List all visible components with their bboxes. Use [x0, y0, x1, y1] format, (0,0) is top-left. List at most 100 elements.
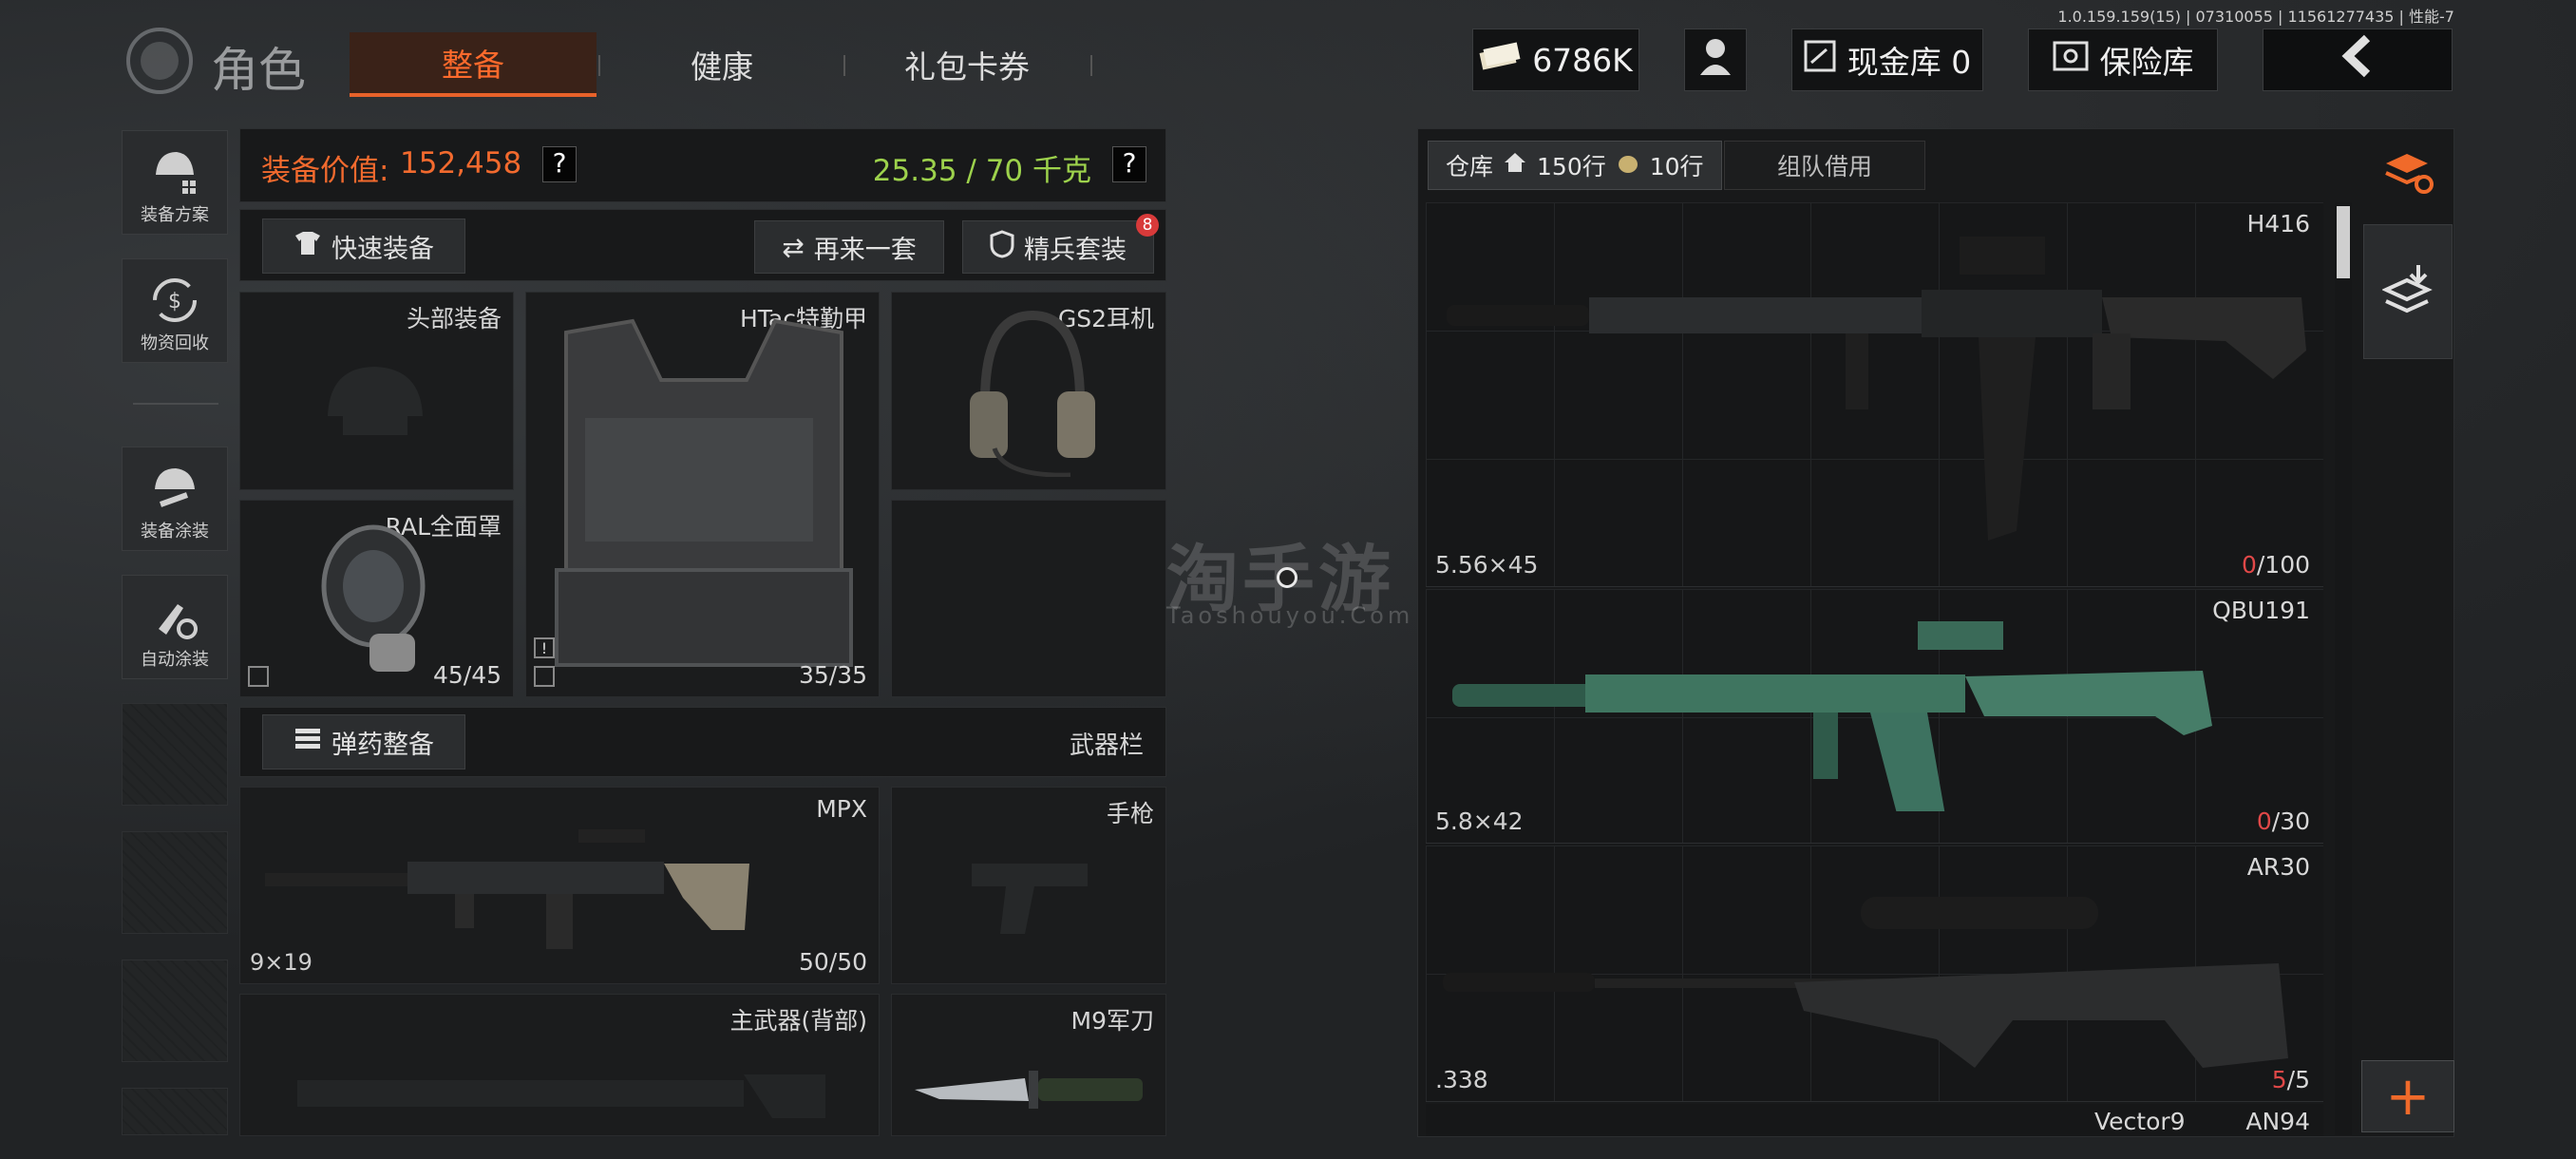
ammo-refill-button[interactable]: 弹药整备: [262, 714, 465, 770]
add-button[interactable]: +: [2361, 1060, 2454, 1132]
recycle-icon: $: [149, 275, 200, 330]
sidebar-item-paint[interactable]: 装备涂装: [122, 446, 228, 551]
partial-item-name: AN94: [2245, 1108, 2310, 1135]
head-slot[interactable]: 头部装备: [239, 292, 514, 490]
cash-vault-label: 现金库 0: [1847, 44, 1972, 81]
warehouse-item-caliber: .338: [1435, 1066, 1488, 1093]
safe-button[interactable]: 保险库: [2028, 28, 2218, 91]
tab-team-borrow[interactable]: 组队借用: [1724, 141, 1925, 190]
layers-download-icon: [2381, 261, 2434, 322]
empty-sidebar-slot: [122, 1088, 228, 1135]
equip-value-label: 装备价值:: [261, 154, 389, 188]
weapon-bar-label: 武器栏: [1069, 732, 1144, 760]
primary-weapon-caliber: 9×19: [250, 949, 313, 976]
sidebar-item-label: 装备涂装: [141, 522, 209, 542]
warehouse-item[interactable]: QBU191 5.8×42 0/30: [1426, 589, 2323, 844]
warehouse-item[interactable]: AR30 .338 5/5: [1426, 846, 2323, 1102]
profile-button[interactable]: [1684, 28, 1747, 91]
tab-divider: [1090, 55, 1092, 76]
money-bag-icon: [1616, 151, 1640, 180]
armor-slot[interactable]: HTac特勤甲 ! 35/35: [525, 292, 880, 697]
box-icon: [534, 666, 555, 687]
watermark-en: Taoshouyou.Com: [1166, 602, 1414, 629]
stack-import-button[interactable]: [2363, 224, 2453, 359]
knife-slot-label: M9军刀: [1070, 1007, 1154, 1035]
empty-sidebar-slot: [122, 960, 228, 1062]
gas-mask-icon: [307, 520, 440, 685]
refresh-icon: ⇄: [782, 231, 805, 263]
mask-slot[interactable]: RAL全面罩 45/45: [239, 500, 514, 697]
elite-kit-badge: 8: [1136, 214, 1159, 237]
brush-gear-icon: [149, 591, 200, 646]
headset-slot[interactable]: GS2耳机: [891, 292, 1166, 490]
knife-slot[interactable]: M9军刀: [891, 994, 1166, 1136]
equip-value: 152,458: [400, 146, 522, 180]
ammo-refill-label: 弹药整备: [331, 730, 434, 760]
sort-button[interactable]: [2363, 130, 2453, 219]
quick-equip-button[interactable]: 快速装备: [262, 218, 465, 274]
pistol-slot[interactable]: 手枪: [891, 787, 1166, 984]
team-borrow-label: 组队借用: [1776, 153, 1872, 180]
weight-help-button[interactable]: ?: [1112, 146, 1146, 182]
mask-durability: 45/45: [432, 661, 502, 689]
back-weapon-slot[interactable]: 主武器(背部): [239, 994, 880, 1136]
sidebar-item-recycle[interactable]: $ 物资回收: [122, 258, 228, 363]
count-total: /30: [2271, 808, 2310, 835]
again-button[interactable]: ⇄ 再来一套: [754, 220, 944, 274]
sidebar-item-label: 物资回收: [141, 333, 209, 353]
elite-kit-button[interactable]: 精兵套装: [962, 220, 1154, 274]
mpx-rifle-icon: [265, 807, 873, 972]
count-total: /5: [2286, 1066, 2310, 1093]
primary-weapon-slot[interactable]: MPX 9×19 50/50: [239, 787, 880, 984]
money-value: 6786K: [1532, 41, 1633, 79]
pistol-silhouette-icon: [968, 854, 1091, 943]
sidebar-item-auto-paint[interactable]: 自动涂装: [122, 575, 228, 679]
paint-helmet-icon: [149, 463, 200, 518]
warehouse-item-caliber: 5.8×42: [1435, 808, 1524, 835]
empty-sidebar-slot: [122, 703, 228, 806]
warehouse-scrollbar-track[interactable]: [2335, 202, 2352, 1135]
h416-rifle-icon: [1447, 218, 2320, 582]
rifle-silhouette-icon: [297, 1052, 829, 1141]
tab-equip[interactable]: 整备: [350, 32, 597, 97]
warehouse-item[interactable]: H416 5.56×45 0/100: [1426, 202, 2323, 587]
pistol-slot-label: 手枪: [1106, 800, 1154, 827]
tab-health[interactable]: 健康: [608, 32, 836, 97]
stats-bar: 装备价值: 152,458 ? 25.35 / 70 千克 ?: [239, 128, 1166, 202]
sidebar-item-label: 自动涂装: [141, 650, 209, 670]
count-total: /100: [2256, 551, 2310, 579]
ar30-sniper-icon: [1443, 878, 2317, 1091]
shirt-icon: [294, 230, 322, 263]
quick-equip-label: 快速装备: [331, 234, 434, 264]
ammo-icon: [294, 727, 322, 758]
knife-icon: [911, 1057, 1148, 1122]
vest-icon: [547, 314, 861, 688]
home-rows: 150行: [1537, 153, 1606, 180]
warehouse-tab-label: 仓库: [1446, 153, 1494, 180]
soldier-icon: [1696, 35, 1734, 85]
sidebar-item-label: 装备方案: [141, 205, 209, 225]
shield-icon: [990, 229, 1014, 265]
warehouse-scrollbar-thumb[interactable]: [2337, 206, 2350, 278]
home-icon: [1503, 151, 1527, 180]
warehouse-partial-row[interactable]: Vector9 AN94: [1426, 1104, 2323, 1136]
warning-icon: !: [534, 637, 555, 658]
money-display[interactable]: 6786K: [1472, 28, 1639, 91]
empty-sidebar-slot: [122, 831, 228, 934]
value-help-button[interactable]: ?: [542, 146, 577, 182]
weight-value: 25.35 / 70 千克: [872, 154, 1091, 188]
helmet-gear-icon: [150, 146, 199, 201]
extra-rows: 10行: [1649, 153, 1704, 180]
warehouse-item-count: 5/5: [2272, 1066, 2310, 1093]
warehouse-item-name: AR30: [2246, 853, 2310, 881]
warehouse-item-count: 0/30: [2257, 808, 2310, 835]
cash-vault-button[interactable]: 现金库 0: [1791, 28, 1983, 91]
vault-icon: [1804, 40, 1836, 80]
armor-durability: 35/35: [798, 661, 867, 689]
empty-gear-slot[interactable]: [891, 500, 1166, 697]
tab-gift[interactable]: 礼包卡券: [853, 32, 1081, 97]
elite-kit-label: 精兵套装: [1024, 235, 1127, 265]
tab-warehouse[interactable]: 仓库 150行 10行: [1428, 141, 1722, 190]
back-button[interactable]: [2263, 28, 2453, 91]
sidebar-item-loadout[interactable]: 装备方案: [122, 130, 228, 235]
